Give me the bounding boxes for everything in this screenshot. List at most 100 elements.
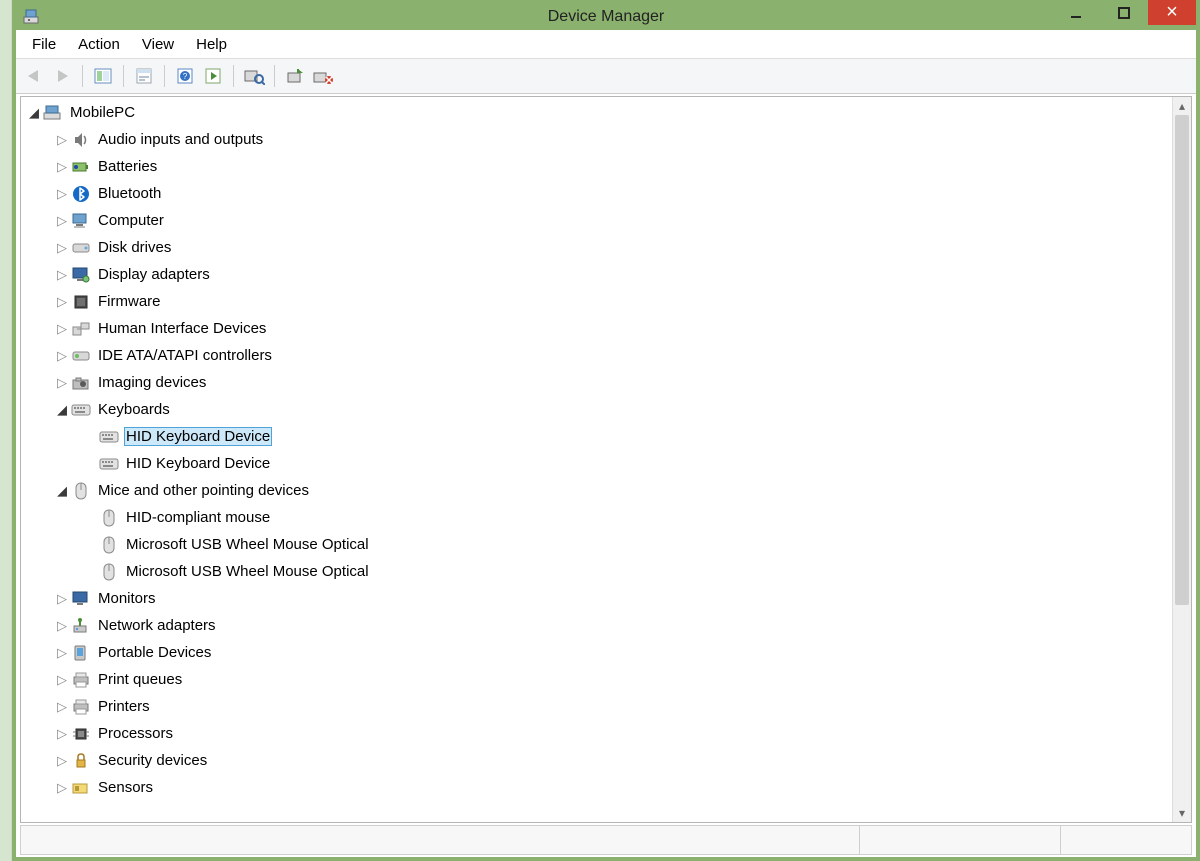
tree-node-label: Firmware bbox=[96, 292, 163, 311]
device-manager-window: Device Manager × File Action View Help ?… bbox=[12, 0, 1200, 861]
back-button[interactable] bbox=[22, 64, 46, 88]
expander-icon[interactable]: ▷ bbox=[55, 780, 69, 796]
printer-icon bbox=[71, 698, 91, 716]
menu-help[interactable]: Help bbox=[186, 33, 237, 56]
expander-icon[interactable]: ▷ bbox=[55, 267, 69, 283]
expander-icon[interactable]: ▷ bbox=[55, 159, 69, 175]
content-area: ◢MobilePC ▷ Audio inputs and outputs ▷ Batte… bbox=[20, 96, 1192, 823]
tree-node-processors[interactable]: ▷ Processors bbox=[21, 720, 1172, 747]
mouse-icon bbox=[99, 536, 119, 554]
menu-action[interactable]: Action bbox=[68, 33, 130, 56]
tree-node-hid-compliant-mouse[interactable]: HID-compliant mouse bbox=[21, 504, 1172, 531]
tree-node-computer[interactable]: ▷ Computer bbox=[21, 207, 1172, 234]
monitor-icon bbox=[71, 590, 91, 608]
tree-node-label: Batteries bbox=[96, 157, 159, 176]
tree-node-printers[interactable]: ▷ Printers bbox=[21, 693, 1172, 720]
expander-icon[interactable]: ▷ bbox=[55, 375, 69, 391]
network-icon bbox=[71, 617, 91, 635]
tree-node-label: Human Interface Devices bbox=[96, 319, 268, 338]
tree-node-label: Computer bbox=[96, 211, 166, 230]
help-button[interactable]: ? bbox=[173, 64, 197, 88]
expander-icon[interactable]: ◢ bbox=[27, 105, 41, 121]
tree-node-label: HID Keyboard Device bbox=[124, 454, 272, 473]
expander-icon[interactable]: ▷ bbox=[55, 132, 69, 148]
forward-button[interactable] bbox=[50, 64, 74, 88]
tree-node-label: Processors bbox=[96, 724, 175, 743]
expander-icon[interactable]: ▷ bbox=[55, 348, 69, 364]
expander-icon[interactable]: ▷ bbox=[55, 186, 69, 202]
enable-device-button[interactable] bbox=[283, 64, 307, 88]
expander-icon[interactable]: ▷ bbox=[55, 726, 69, 742]
battery-icon bbox=[71, 158, 91, 176]
tree-node-mobilepc[interactable]: ◢MobilePC bbox=[21, 99, 1172, 126]
show-hide-tree-button[interactable] bbox=[91, 64, 115, 88]
tree-node-bluetooth[interactable]: ▷Bluetooth bbox=[21, 180, 1172, 207]
tree-node-microsoft-usb-wheel-mouse-optical[interactable]: Microsoft USB Wheel Mouse Optical bbox=[21, 558, 1172, 585]
sensor-icon bbox=[71, 779, 91, 797]
tree-node-hid-keyboard-device[interactable]: HID Keyboard Device bbox=[21, 450, 1172, 477]
maximize-button[interactable] bbox=[1100, 0, 1148, 25]
tree-node-label: Network adapters bbox=[96, 616, 218, 635]
tree-node-imaging-devices[interactable]: ▷Imaging devices bbox=[21, 369, 1172, 396]
tree-node-keyboards[interactable]: ◢ Keyboards bbox=[21, 396, 1172, 423]
vertical-scrollbar[interactable]: ▴ ▾ bbox=[1172, 97, 1191, 822]
expander-icon[interactable]: ▷ bbox=[55, 591, 69, 607]
menu-view[interactable]: View bbox=[132, 33, 184, 56]
expander-icon[interactable]: ▷ bbox=[55, 699, 69, 715]
device-tree[interactable]: ◢MobilePC ▷ Audio inputs and outputs ▷ Batte… bbox=[21, 97, 1172, 822]
svg-text:?: ? bbox=[183, 72, 188, 81]
tree-node-display-adapters[interactable]: ▷Display adapters bbox=[21, 261, 1172, 288]
tree-node-disk-drives[interactable]: ▷ Disk drives bbox=[21, 234, 1172, 261]
expander-icon[interactable]: ▷ bbox=[55, 240, 69, 256]
tree-node-mice-and-other-pointing-devices[interactable]: ◢Mice and other pointing devices bbox=[21, 477, 1172, 504]
minimize-button[interactable] bbox=[1052, 0, 1100, 25]
action-button[interactable] bbox=[201, 64, 225, 88]
tree-node-security-devices[interactable]: ▷Security devices bbox=[21, 747, 1172, 774]
tree-node-firmware[interactable]: ▷ Firmware bbox=[21, 288, 1172, 315]
expander-icon[interactable]: ◢ bbox=[55, 402, 69, 418]
security-icon bbox=[71, 752, 91, 770]
expander-icon[interactable]: ▷ bbox=[55, 618, 69, 634]
tree-node-human-interface-devices[interactable]: ▷ Human Interface Devices bbox=[21, 315, 1172, 342]
disable-device-button[interactable] bbox=[311, 64, 335, 88]
expander-icon[interactable]: ◢ bbox=[55, 483, 69, 499]
tree-node-microsoft-usb-wheel-mouse-optical[interactable]: Microsoft USB Wheel Mouse Optical bbox=[21, 531, 1172, 558]
expander-icon[interactable]: ▷ bbox=[55, 753, 69, 769]
tree-node-label: Audio inputs and outputs bbox=[96, 130, 265, 149]
expander-icon[interactable]: ▷ bbox=[55, 213, 69, 229]
tree-node-label: Printers bbox=[96, 697, 152, 716]
tree-node-label: Disk drives bbox=[96, 238, 173, 257]
tree-node-sensors[interactable]: ▷Sensors bbox=[21, 774, 1172, 801]
portable-icon bbox=[71, 644, 91, 662]
cpu-icon bbox=[71, 725, 91, 743]
tree-node-print-queues[interactable]: ▷Print queues bbox=[21, 666, 1172, 693]
tree-node-label: Keyboards bbox=[96, 400, 172, 419]
scan-hardware-button[interactable] bbox=[242, 64, 266, 88]
properties-button[interactable] bbox=[132, 64, 156, 88]
expander-icon[interactable]: ▷ bbox=[55, 294, 69, 310]
expander-icon[interactable]: ▷ bbox=[55, 321, 69, 337]
close-button[interactable]: × bbox=[1148, 0, 1196, 25]
statusbar bbox=[20, 825, 1192, 855]
tree-node-portable-devices[interactable]: ▷Portable Devices bbox=[21, 639, 1172, 666]
tree-node-network-adapters[interactable]: ▷ Network adapters bbox=[21, 612, 1172, 639]
tree-node-label: Microsoft USB Wheel Mouse Optical bbox=[124, 562, 371, 581]
menu-file[interactable]: File bbox=[22, 33, 66, 56]
scroll-thumb[interactable] bbox=[1175, 115, 1189, 605]
scroll-down-button[interactable]: ▾ bbox=[1173, 804, 1191, 822]
tree-node-label: HID Keyboard Device bbox=[124, 427, 272, 446]
root-pc-icon bbox=[43, 104, 63, 122]
tree-node-hid-keyboard-device[interactable]: HID Keyboard Device bbox=[21, 423, 1172, 450]
tree-node-monitors[interactable]: ▷Monitors bbox=[21, 585, 1172, 612]
tree-node-batteries[interactable]: ▷ Batteries bbox=[21, 153, 1172, 180]
app-icon bbox=[22, 7, 42, 27]
scroll-up-button[interactable]: ▴ bbox=[1173, 97, 1191, 115]
firmware-icon bbox=[71, 293, 91, 311]
tree-node-label: HID-compliant mouse bbox=[124, 508, 272, 527]
expander-icon[interactable]: ▷ bbox=[55, 672, 69, 688]
keyboard-icon bbox=[99, 428, 119, 446]
expander-icon[interactable]: ▷ bbox=[55, 645, 69, 661]
mouse-icon bbox=[99, 563, 119, 581]
tree-node-audio-inputs-and-outputs[interactable]: ▷ Audio inputs and outputs bbox=[21, 126, 1172, 153]
tree-node-ide-ata-atapi-controllers[interactable]: ▷IDE ATA/ATAPI controllers bbox=[21, 342, 1172, 369]
